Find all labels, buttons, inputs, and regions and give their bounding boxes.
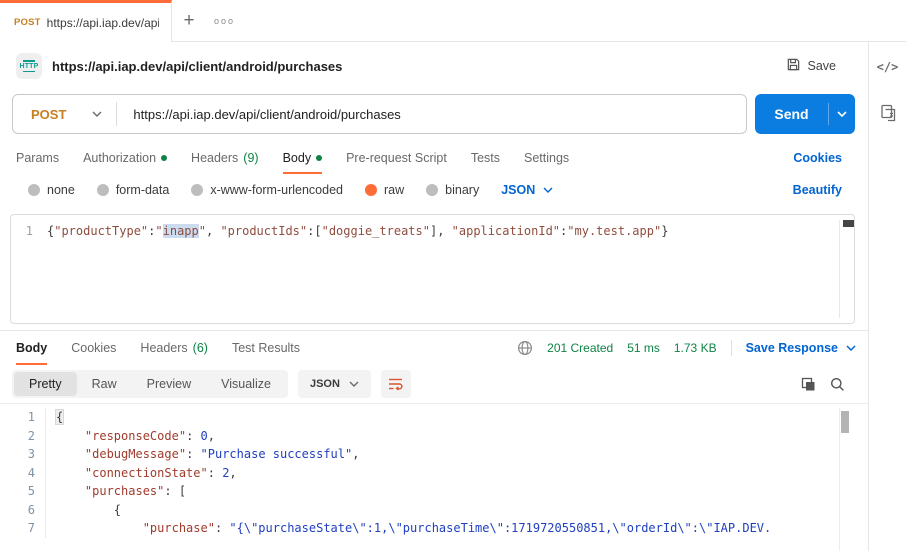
line-number: 4 xyxy=(0,463,46,482)
response-time: 51 ms xyxy=(627,341,660,355)
response-tab-test-results[interactable]: Test Results xyxy=(232,331,300,365)
tab-pre-request-script[interactable]: Pre-request Script xyxy=(346,142,447,174)
request-tab[interactable]: POST https://api.iap.dev/api/cl xyxy=(0,0,172,42)
code-line: 5 "purchases": [ xyxy=(0,482,868,501)
view-raw[interactable]: Raw xyxy=(77,372,132,396)
search-response-icon[interactable] xyxy=(830,377,845,392)
response-status-group: 201 Created 51 ms 1.73 KB Save Response xyxy=(517,340,856,356)
radio-icon xyxy=(426,184,439,196)
tab-authorization[interactable]: Authorization xyxy=(83,142,168,174)
body-dot xyxy=(316,155,323,161)
tab-method-label: POST xyxy=(14,17,41,28)
view-preview[interactable]: Preview xyxy=(132,372,206,396)
headers-count: (9) xyxy=(243,151,259,165)
body-mode-row: none form-data x-www-form-urlencoded raw… xyxy=(0,174,868,206)
http-request-icon: HTTP xyxy=(16,53,42,79)
url-input[interactable]: https://api.iap.dev/api/client/android/p… xyxy=(117,107,400,122)
mode-form-data[interactable]: form-data xyxy=(96,183,169,197)
cookies-link[interactable]: Cookies xyxy=(793,151,842,165)
response-tab-cookies[interactable]: Cookies xyxy=(71,331,116,365)
request-header: HTTP https://api.iap.dev/api/client/andr… xyxy=(0,42,868,90)
status-badge: 201 Created xyxy=(547,341,614,355)
tab-headers[interactable]: Headers (9) xyxy=(191,142,259,174)
response-scrollbar[interactable] xyxy=(839,408,849,551)
response-headers-count: (6) xyxy=(192,341,208,355)
save-response-button[interactable]: Save Response xyxy=(746,341,856,355)
radio-icon xyxy=(28,184,40,196)
chevron-down-icon xyxy=(543,187,553,193)
chevron-down-icon xyxy=(349,381,359,387)
request-tabs: Params Authorization Headers (9) Body Pr… xyxy=(0,142,868,174)
code-line: 4 "connectionState": 2, xyxy=(0,463,868,482)
response-view-switcher: Pretty Raw Preview Visualize xyxy=(12,370,288,398)
tab-body[interactable]: Body xyxy=(282,142,323,174)
line-number: 3 xyxy=(0,445,46,464)
code-line: 2 "responseCode": 0, xyxy=(0,426,868,445)
code-line: 7 "purchase": "{\"purchaseState\":1,\"pu… xyxy=(0,519,868,538)
line-number: 1 xyxy=(25,224,33,238)
chevron-down-icon xyxy=(837,111,847,117)
view-visualize[interactable]: Visualize xyxy=(206,372,286,396)
mode-binary[interactable]: binary xyxy=(426,183,479,197)
authorization-dot xyxy=(161,155,168,161)
url-box: POST https://api.iap.dev/api/client/andr… xyxy=(12,94,747,134)
send-options-button[interactable] xyxy=(829,111,855,117)
send-label: Send xyxy=(774,106,809,122)
code-snippet-icon[interactable]: </> xyxy=(877,60,899,74)
response-language-dropdown[interactable]: JSON xyxy=(297,370,371,398)
new-tab-button[interactable]: + xyxy=(172,0,206,41)
line-number: 7 xyxy=(0,519,46,538)
save-button[interactable]: Save xyxy=(786,57,837,75)
radio-icon xyxy=(191,184,204,196)
radio-icon xyxy=(96,184,109,196)
copy-response-icon[interactable] xyxy=(801,377,816,392)
line-number: 6 xyxy=(0,500,46,519)
line-number: 1 xyxy=(0,408,46,427)
radio-selected-icon xyxy=(365,184,377,196)
tab-bar: POST https://api.iap.dev/api/cl + ooo xyxy=(0,0,906,42)
wrap-lines-icon xyxy=(388,378,403,391)
more-tabs-button[interactable]: ooo xyxy=(206,0,243,41)
mode-none[interactable]: none xyxy=(28,183,75,197)
request-title: https://api.iap.dev/api/client/android/p… xyxy=(52,58,343,74)
request-body-editor[interactable]: 1 {"productType":"inapp", "productIds":["… xyxy=(10,214,855,324)
response-tab-body[interactable]: Body xyxy=(16,331,48,365)
scrollbar-thumb[interactable] xyxy=(842,220,854,227)
scrollbar-thumb[interactable] xyxy=(841,411,849,433)
network-globe-icon[interactable] xyxy=(517,340,533,356)
line-number: 2 xyxy=(0,426,46,445)
mode-x-www-form-urlencoded[interactable]: x-www-form-urlencoded xyxy=(191,183,343,197)
wrap-lines-button[interactable] xyxy=(380,370,411,398)
tab-tests[interactable]: Tests xyxy=(471,142,500,174)
response-size: 1.73 KB xyxy=(673,341,717,355)
response-tab-headers[interactable]: Headers (6) xyxy=(140,331,208,365)
code-line: 3 "debugMessage": "Purchase successful", xyxy=(0,445,868,464)
code-line: 1 {"productType":"inapp", "productIds":["… xyxy=(11,215,854,241)
response-body-viewer: 1{2 "responseCode": 0, 3 "debugMessage": … xyxy=(0,403,868,551)
response-meta-row: Body Cookies Headers (6) Test Results 20… xyxy=(0,331,868,365)
response-toolbar: Pretty Raw Preview Visualize JSON xyxy=(0,365,868,403)
send-button[interactable]: Send xyxy=(755,94,855,134)
mode-raw[interactable]: raw xyxy=(365,183,404,197)
chevron-down-icon xyxy=(846,345,856,351)
save-label: Save xyxy=(807,59,837,73)
line-number: 5 xyxy=(0,482,46,501)
tab-params[interactable]: Params xyxy=(16,142,59,174)
chevron-down-icon xyxy=(92,111,102,117)
view-pretty[interactable]: Pretty xyxy=(14,372,77,396)
method-label: POST xyxy=(31,106,67,122)
right-sidebar: </> xyxy=(868,42,906,551)
tab-settings[interactable]: Settings xyxy=(524,142,569,174)
code-line: 6 { xyxy=(0,500,868,519)
save-icon xyxy=(786,57,801,75)
beautify-link[interactable]: Beautify xyxy=(793,183,842,197)
request-editor-scrollbar[interactable] xyxy=(839,220,854,318)
method-dropdown[interactable]: POST xyxy=(13,107,116,122)
code-line: 1{ xyxy=(0,408,868,427)
url-row: POST https://api.iap.dev/api/client/andr… xyxy=(0,90,868,142)
body-language-dropdown[interactable]: JSON xyxy=(501,183,553,197)
clipboard-icon[interactable] xyxy=(880,104,896,127)
tab-url-label: https://api.iap.dev/api/cl xyxy=(46,15,159,30)
